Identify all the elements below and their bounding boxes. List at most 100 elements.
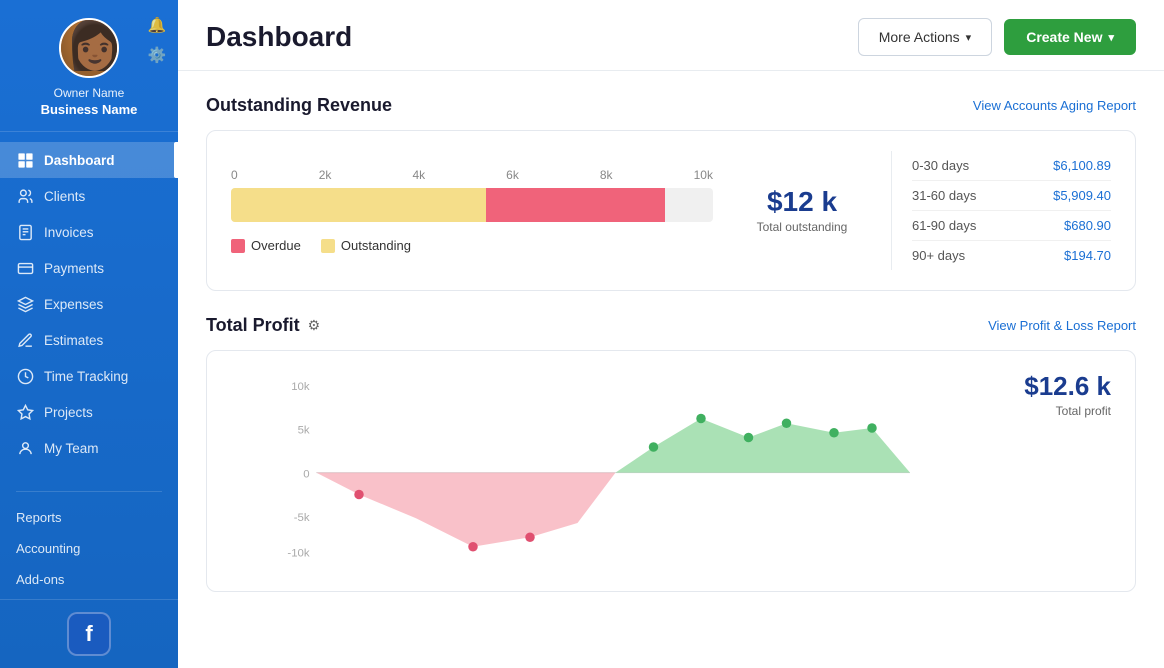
legend-outstanding: Outstanding [321, 238, 411, 253]
profit-area [616, 419, 911, 473]
sidebar-item-my-team-label: My Team [44, 441, 99, 456]
more-actions-label: More Actions [879, 29, 960, 45]
axis-label-6k: 6k [506, 168, 519, 182]
sidebar-item-projects[interactable]: Projects [0, 394, 178, 430]
aging-table: 0-30 days $6,100.89 31-60 days $5,909.40… [891, 151, 1111, 270]
view-profit-loss-link[interactable]: View Profit & Loss Report [988, 318, 1136, 333]
outstanding-revenue-title: Outstanding Revenue [206, 95, 392, 116]
bar-chart-area: 0 2k 4k 6k 8k 10k [231, 151, 1111, 270]
sidebar-item-time-tracking-label: Time Tracking [44, 369, 128, 384]
aging-days-0-30: 0-30 days [912, 158, 969, 173]
sidebar-item-reports[interactable]: Reports [0, 502, 178, 533]
aging-row-31-60: 31-60 days $5,909.40 [912, 181, 1111, 211]
total-profit-section: Total Profit ⚙ View Profit & Loss Report… [206, 315, 1136, 592]
notification-icon[interactable]: 🔔 [146, 14, 168, 36]
total-profit-card: 10k 5k 0 -5k -10k [206, 350, 1136, 592]
sidebar-item-clients-label: Clients [44, 189, 85, 204]
payments-icon [16, 259, 34, 277]
bar-overdue [486, 188, 664, 222]
sidebar-item-accounting-label: Accounting [16, 541, 80, 556]
avatar-image [61, 20, 117, 76]
view-accounts-aging-link[interactable]: View Accounts Aging Report [973, 98, 1136, 113]
axis-label-8k: 8k [600, 168, 613, 182]
loss-point-1 [354, 490, 364, 500]
estimates-icon [16, 331, 34, 349]
overdue-label: Overdue [251, 238, 301, 253]
content-area: Outstanding Revenue View Accounts Aging … [178, 71, 1164, 616]
profit-total-wrap: $12.6 k Total profit [1001, 371, 1111, 418]
sidebar-divider [16, 491, 162, 492]
profit-point-2 [696, 414, 706, 424]
legend-overdue: Overdue [231, 238, 301, 253]
my-team-icon [16, 439, 34, 457]
svg-text:5k: 5k [298, 425, 310, 437]
sidebar-item-payments[interactable]: Payments [0, 250, 178, 286]
aging-row-0-30: 0-30 days $6,100.89 [912, 151, 1111, 181]
profit-point-4 [782, 419, 792, 429]
sidebar-item-projects-label: Projects [44, 405, 93, 420]
sidebar-item-expenses[interactable]: Expenses [0, 286, 178, 322]
profit-point-3 [744, 433, 754, 443]
sidebar-icon-group: 🔔 ⚙️ [146, 14, 168, 66]
more-actions-button[interactable]: More Actions ▾ [858, 18, 992, 56]
outstanding-revenue-header: Outstanding Revenue View Accounts Aging … [206, 95, 1136, 116]
freshbooks-logo: f [67, 612, 111, 656]
header-actions: More Actions ▾ Create New ▾ [858, 18, 1136, 56]
profit-chart-wrap: 10k 5k 0 -5k -10k [231, 371, 981, 571]
profit-filter-icon[interactable]: ⚙ [308, 317, 321, 334]
sidebar-bottom-nav: Reports Accounting Add-ons [0, 498, 178, 599]
bar-outstanding [231, 188, 486, 222]
main-header: Dashboard More Actions ▾ Create New ▾ [178, 0, 1164, 71]
sidebar-item-dashboard-label: Dashboard [44, 153, 115, 168]
bar-legend: Overdue Outstanding [231, 238, 713, 253]
aging-row-90-plus: 90+ days $194.70 [912, 241, 1111, 270]
sidebar-item-clients[interactable]: Clients [0, 178, 178, 214]
clients-icon [16, 187, 34, 205]
aging-days-31-60: 31-60 days [912, 188, 976, 203]
total-outstanding-amount: $12 k [737, 187, 867, 218]
profit-point-6 [867, 423, 877, 433]
sidebar-item-estimates[interactable]: Estimates [0, 322, 178, 358]
time-tracking-icon [16, 367, 34, 385]
sidebar-item-time-tracking[interactable]: Time Tracking [0, 358, 178, 394]
invoices-icon [16, 223, 34, 241]
profit-chart-svg: 10k 5k 0 -5k -10k [231, 371, 981, 561]
sidebar-item-dashboard[interactable]: Dashboard [0, 142, 178, 178]
sidebar: 🔔 ⚙️ Owner Name Business Name Dashboard … [0, 0, 178, 668]
create-new-chevron-icon: ▾ [1108, 31, 1114, 44]
outstanding-revenue-section: Outstanding Revenue View Accounts Aging … [206, 95, 1136, 291]
sidebar-item-invoices-label: Invoices [44, 225, 94, 240]
loss-point-2 [468, 542, 478, 552]
main-content: Dashboard More Actions ▾ Create New ▾ Ou… [178, 0, 1164, 668]
aging-value-90-plus: $194.70 [1064, 248, 1111, 263]
aging-row-61-90: 61-90 days $680.90 [912, 211, 1111, 241]
loss-area [316, 473, 615, 547]
sidebar-item-add-ons[interactable]: Add-ons [0, 564, 178, 595]
outstanding-label: Outstanding [341, 238, 411, 253]
bar-track [231, 188, 713, 222]
sidebar-item-my-team[interactable]: My Team [0, 430, 178, 466]
aging-value-61-90: $680.90 [1064, 218, 1111, 233]
svg-text:-5k: -5k [294, 512, 310, 524]
sidebar-item-invoices[interactable]: Invoices [0, 214, 178, 250]
overdue-dot [231, 239, 245, 253]
settings-icon[interactable]: ⚙️ [146, 44, 168, 66]
sidebar-item-reports-label: Reports [16, 510, 62, 525]
more-actions-chevron-icon: ▾ [966, 31, 972, 44]
bar-axis-labels: 0 2k 4k 6k 8k 10k [231, 168, 713, 188]
profit-card-inner: 10k 5k 0 -5k -10k [231, 371, 1111, 571]
sidebar-item-payments-label: Payments [44, 261, 104, 276]
profit-total-label: Total profit [1001, 404, 1111, 418]
page-title: Dashboard [206, 21, 352, 53]
aging-value-0-30: $6,100.89 [1053, 158, 1111, 173]
axis-label-2k: 2k [319, 168, 332, 182]
sidebar-profile: 🔔 ⚙️ Owner Name Business Name [0, 0, 178, 132]
sidebar-item-accounting[interactable]: Accounting [0, 533, 178, 564]
create-new-button[interactable]: Create New ▾ [1004, 19, 1136, 55]
profit-total-amount: $12.6 k [1001, 371, 1111, 402]
total-profit-header: Total Profit ⚙ View Profit & Loss Report [206, 315, 1136, 336]
loss-point-3 [525, 533, 535, 543]
outstanding-revenue-card: 0 2k 4k 6k 8k 10k [206, 130, 1136, 291]
bar-chart-left: 0 2k 4k 6k 8k 10k [231, 168, 713, 253]
axis-label-0: 0 [231, 168, 238, 182]
